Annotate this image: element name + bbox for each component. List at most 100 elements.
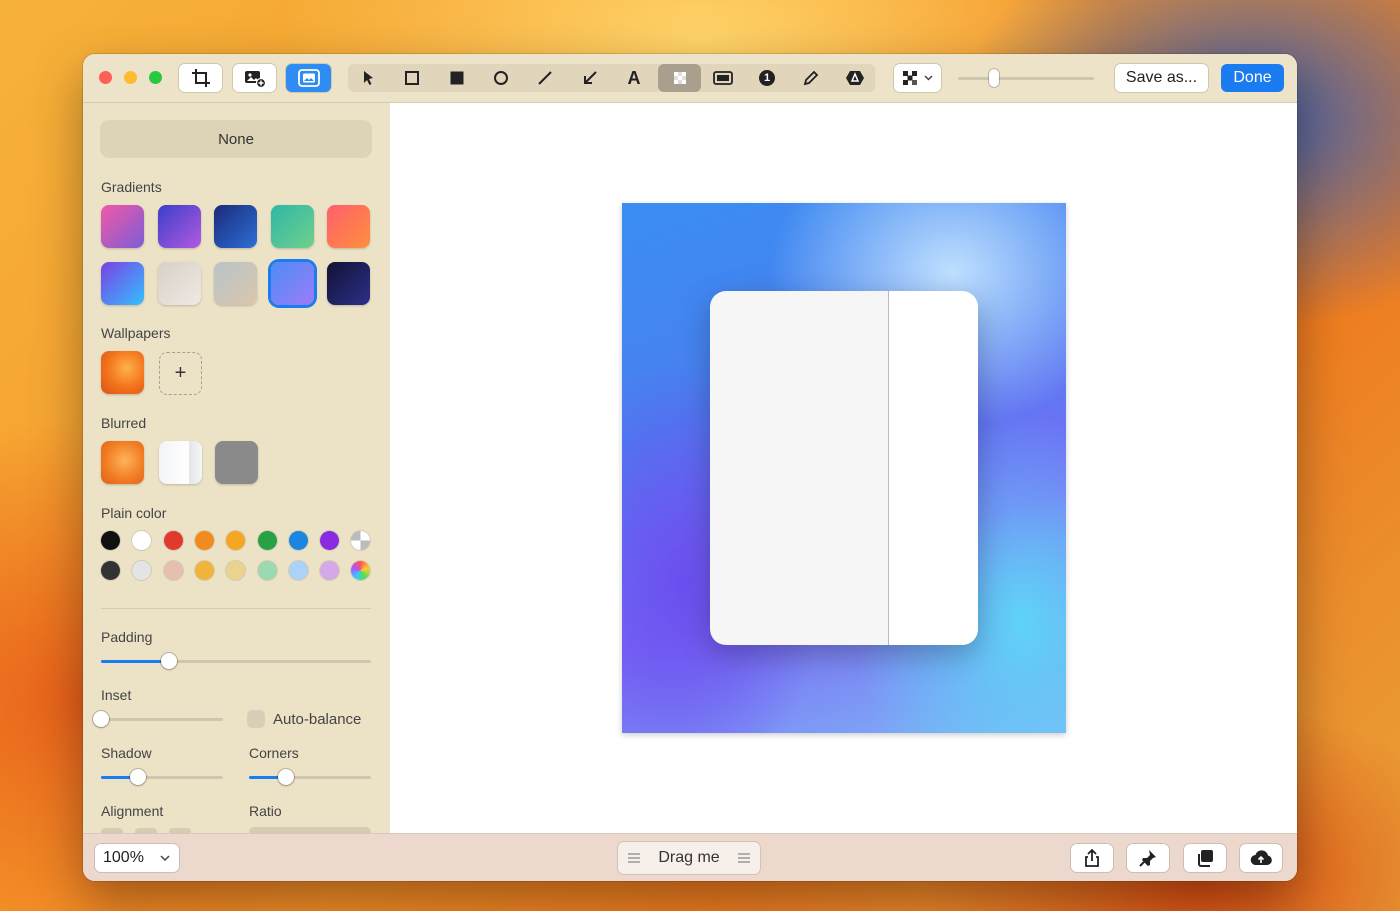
annotation-tools: A 1: [348, 64, 875, 92]
corners-slider[interactable]: [249, 769, 371, 785]
add-wallpaper-button[interactable]: +: [159, 352, 202, 395]
pointer-icon: [364, 71, 373, 85]
cloud-upload-icon: [1250, 850, 1272, 866]
blurred-light-swatch[interactable]: [159, 441, 202, 484]
gradient-swatch[interactable]: [101, 205, 144, 248]
effect-dropdown[interactable]: [894, 64, 941, 92]
grip-icon: [628, 853, 640, 863]
inset-slider[interactable]: [93, 711, 223, 727]
share-icon: [1085, 848, 1099, 867]
blurred-wallpaper-swatch[interactable]: [101, 441, 144, 484]
color-swatch[interactable]: [320, 561, 340, 580]
arrow-icon: [584, 71, 597, 84]
text-icon: A: [627, 67, 641, 88]
wallpapers-label: Wallpapers: [101, 325, 171, 341]
copy-button[interactable]: [1184, 844, 1226, 872]
gradient-swatch[interactable]: [327, 262, 370, 305]
zoom-button[interactable]: [149, 71, 162, 84]
gradient-swatch[interactable]: [270, 262, 314, 305]
text-tool[interactable]: A: [614, 64, 654, 92]
circle-tool[interactable]: [481, 64, 521, 92]
background-button[interactable]: [286, 64, 331, 92]
gradient-swatch[interactable]: [214, 205, 257, 248]
toolbar: A 1 Save as... Done: [83, 54, 1297, 103]
gradient-swatch[interactable]: [157, 262, 201, 305]
padding-slider[interactable]: [101, 653, 371, 669]
pencil-icon: [803, 70, 819, 86]
drag-handle[interactable]: Drag me: [618, 842, 760, 874]
rectangle-filled-icon: [450, 71, 464, 85]
circle-icon: [494, 71, 508, 85]
color-swatch[interactable]: [351, 531, 371, 550]
color-swatch[interactable]: [132, 561, 152, 580]
gradient-swatch[interactable]: [327, 205, 370, 248]
color-swatch[interactable]: [163, 531, 183, 550]
auto-balance-label: Auto-balance: [273, 711, 362, 728]
close-button[interactable]: [99, 71, 112, 84]
color-swatch[interactable]: [194, 561, 214, 580]
background-icon: [297, 69, 320, 87]
crop-button[interactable]: [179, 64, 222, 92]
tool-size-slider-knob[interactable]: [989, 69, 999, 87]
chevron-down-icon: [160, 855, 170, 861]
counter-icon: 1: [759, 70, 775, 86]
highlight-icon: [713, 71, 733, 85]
cloud-upload-button[interactable]: [1240, 844, 1282, 872]
grip-icon: [737, 853, 750, 863]
color-swatch[interactable]: [132, 531, 152, 550]
auto-balance-checkbox[interactable]: [248, 711, 264, 727]
gradient-swatch[interactable]: [270, 205, 314, 248]
color-swatch[interactable]: [257, 531, 277, 550]
corners-slider-knob[interactable]: [277, 769, 294, 785]
color-swatch[interactable]: [288, 561, 308, 580]
color-swatch[interactable]: [288, 531, 308, 550]
screenshot-right-panel: [889, 291, 978, 645]
gradient-swatch[interactable]: [214, 262, 257, 305]
inset-slider-knob[interactable]: [93, 711, 109, 727]
shadow-slider[interactable]: [101, 769, 223, 785]
color-swatch[interactable]: [226, 531, 246, 550]
gradient-swatch[interactable]: [157, 205, 201, 248]
pin-button[interactable]: [1127, 844, 1169, 872]
padding-slider-knob[interactable]: [160, 653, 177, 669]
drag-label: Drag me: [658, 849, 720, 866]
color-swatch[interactable]: [194, 531, 214, 550]
ratio-label: Ratio: [249, 803, 282, 819]
share-button[interactable]: [1071, 844, 1113, 872]
done-button[interactable]: Done: [1221, 64, 1284, 92]
rectangle-filled-tool[interactable]: [437, 64, 477, 92]
save-as-button[interactable]: Save as...: [1115, 64, 1208, 92]
padding-label: Padding: [101, 629, 153, 645]
redact-tool[interactable]: [835, 64, 875, 92]
pencil-tool[interactable]: [791, 64, 831, 92]
highlight-tool[interactable]: [703, 64, 743, 92]
gradient-swatch[interactable]: [101, 262, 144, 305]
color-swatch[interactable]: [163, 561, 183, 580]
editor-window: A 1 Save as... Done None Gradients Wallp…: [83, 54, 1297, 881]
pixelate-tool[interactable]: [658, 64, 701, 92]
color-swatch[interactable]: [226, 561, 246, 580]
minimize-button[interactable]: [124, 71, 137, 84]
shadow-slider-knob[interactable]: [129, 769, 146, 785]
add-image-button[interactable]: [233, 64, 276, 92]
pointer-tool[interactable]: [348, 64, 388, 92]
blurred-gray-swatch[interactable]: [215, 441, 258, 484]
rectangle-outline-tool[interactable]: [392, 64, 432, 92]
color-swatch[interactable]: [101, 531, 120, 550]
screenshot-preview[interactable]: [710, 291, 978, 645]
rectangle-outline-icon: [405, 71, 419, 85]
counter-tool[interactable]: 1: [747, 64, 787, 92]
gradients-label: Gradients: [101, 179, 162, 195]
wallpaper-swatch[interactable]: [101, 351, 144, 394]
arrow-tool[interactable]: [570, 64, 610, 92]
color-swatch[interactable]: [351, 561, 371, 580]
color-swatch[interactable]: [101, 561, 120, 580]
line-tool[interactable]: [525, 64, 565, 92]
zoom-dropdown[interactable]: 100%: [95, 844, 179, 872]
chevron-down-icon: [924, 75, 933, 81]
color-swatch[interactable]: [257, 561, 277, 580]
color-swatch[interactable]: [320, 531, 340, 550]
screenshot-divider: [888, 291, 889, 645]
tool-size-slider[interactable]: [958, 69, 1094, 87]
none-background-button[interactable]: None: [101, 121, 371, 157]
